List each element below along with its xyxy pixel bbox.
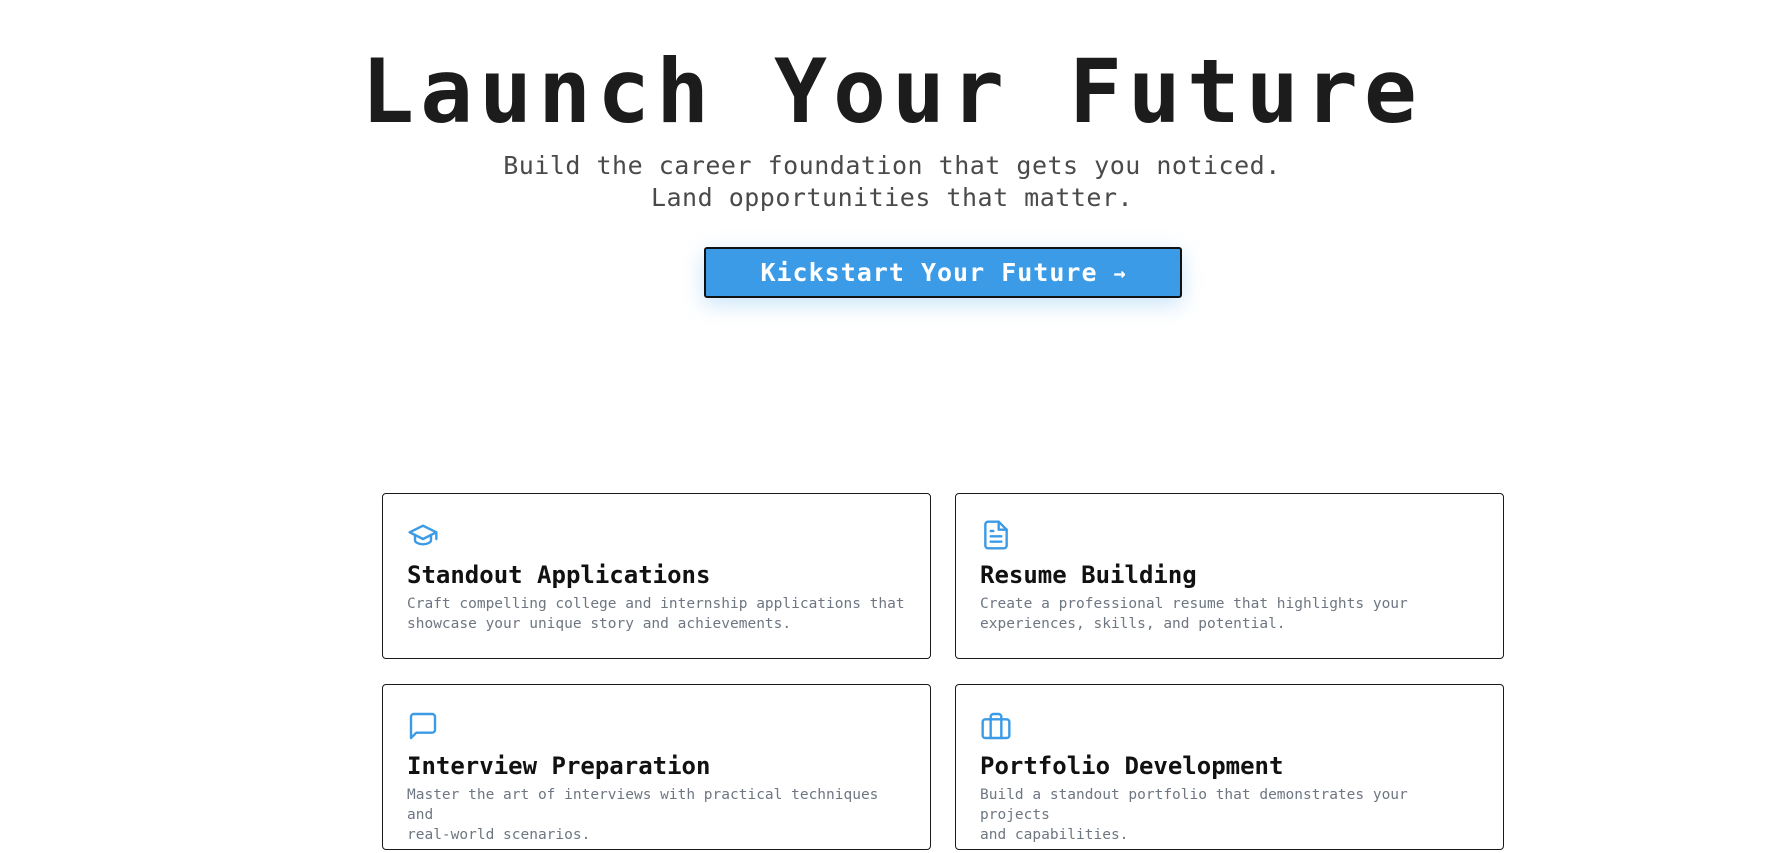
feature-card-description: Create a professional resume that highli… bbox=[980, 594, 1480, 634]
feature-card-description-line2: and capabilities. bbox=[980, 827, 1129, 843]
feature-card-description: Master the art of interviews with practi… bbox=[407, 785, 907, 845]
feature-card-standout-applications: Standout Applications Craft compelling c… bbox=[382, 493, 931, 659]
feature-card-description-line1: Craft compelling college and internship … bbox=[407, 596, 905, 612]
feature-card-description-line2: showcase your unique story and achieveme… bbox=[407, 616, 792, 632]
feature-card-title: Resume Building bbox=[980, 561, 1197, 589]
hero-title: Launch Your Future bbox=[361, 40, 1423, 143]
feature-card-portfolio-development: Portfolio Development Build a standout p… bbox=[955, 684, 1504, 850]
document-icon bbox=[980, 519, 1012, 551]
graduation-cap-icon bbox=[407, 519, 439, 551]
feature-card-description: Craft compelling college and internship … bbox=[407, 594, 907, 634]
feature-card-title: Standout Applications bbox=[407, 561, 711, 589]
kickstart-button[interactable]: Kickstart Your Future → bbox=[704, 247, 1182, 298]
hero-subtitle-line2: Land opportunities that matter. bbox=[650, 183, 1134, 212]
feature-card-description-line2: experiences, skills, and potential. bbox=[980, 616, 1286, 632]
feature-card-title: Portfolio Development bbox=[980, 752, 1284, 780]
feature-card-description-line1: Build a standout portfolio that demonstr… bbox=[980, 787, 1408, 823]
feature-card-description: Build a standout portfolio that demonstr… bbox=[980, 785, 1480, 845]
kickstart-button-label: Kickstart Your Future bbox=[760, 258, 1098, 287]
chat-bubble-icon bbox=[407, 710, 439, 742]
feature-card-description-line1: Master the art of interviews with practi… bbox=[407, 787, 879, 823]
feature-card-title: Interview Preparation bbox=[407, 752, 711, 780]
feature-card-interview-preparation: Interview Preparation Master the art of … bbox=[382, 684, 931, 850]
feature-card-description-line2: real-world scenarios. bbox=[407, 827, 591, 843]
hero-subtitle-line1: Build the career foundation that gets yo… bbox=[503, 151, 1281, 180]
arrow-right-icon: → bbox=[1113, 260, 1126, 285]
feature-card-resume-building: Resume Building Create a professional re… bbox=[955, 493, 1504, 659]
hero-subtitle: Build the career foundation that gets yo… bbox=[0, 150, 1784, 214]
feature-card-description-line1: Create a professional resume that highli… bbox=[980, 596, 1408, 612]
briefcase-icon bbox=[980, 710, 1012, 742]
